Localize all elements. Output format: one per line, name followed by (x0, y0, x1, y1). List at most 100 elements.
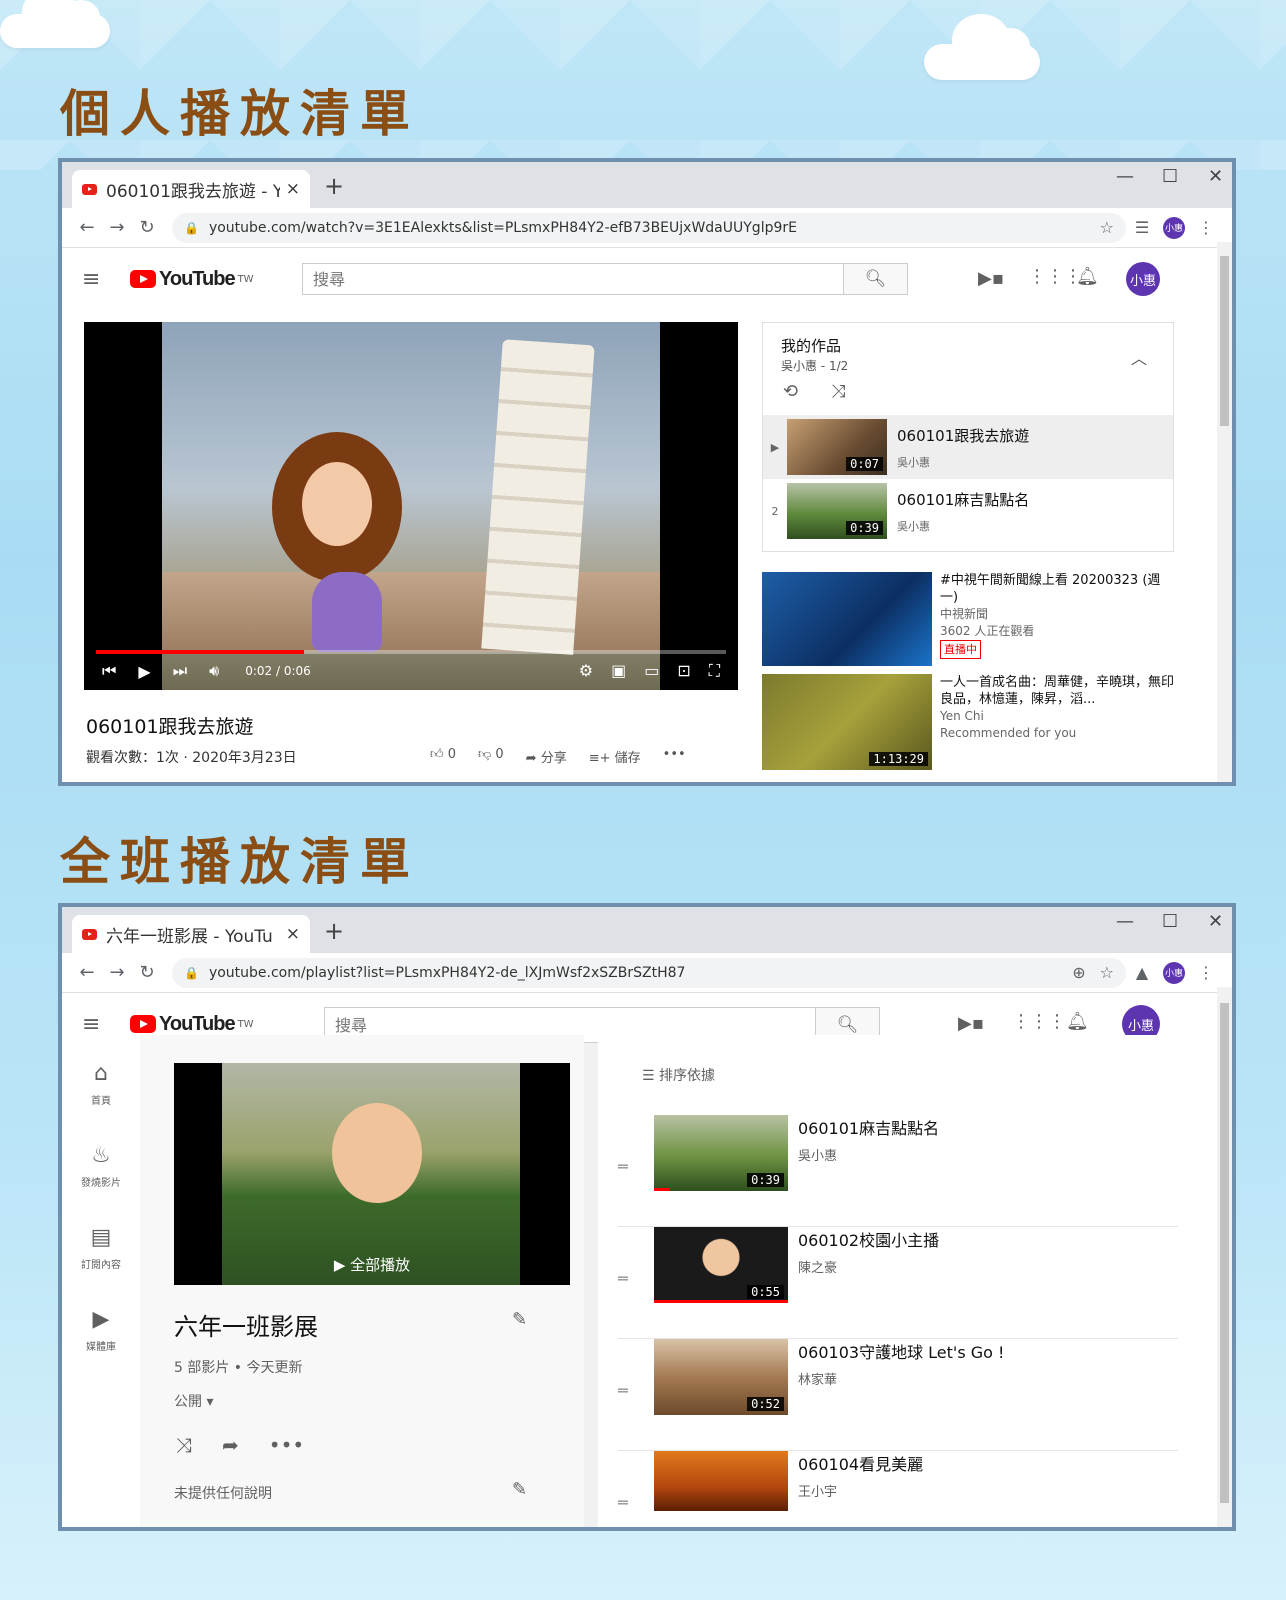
recommended-video[interactable]: #中視午間新聞線上看 20200323 (週一) 中視新聞 3602 人正在觀看… (762, 572, 1174, 666)
drive-extension-icon[interactable]: ▲ (1126, 963, 1158, 982)
playlist-video-row[interactable]: ═ 0:39 060101麻吉點點名 吳小惠 (618, 1115, 1178, 1227)
cloud-decoration (0, 0, 110, 48)
theater-mode-icon[interactable]: ▭ (644, 661, 659, 681)
youtube-play-logo-icon (130, 270, 156, 288)
playlist-item[interactable]: 2 0:39 060101麻吉點點名 吳小惠 (763, 479, 1173, 543)
forward-arrow-icon[interactable]: → (102, 217, 132, 238)
new-tab-button[interactable]: + (324, 172, 344, 200)
sort-button[interactable]: ☰ 排序依據 (642, 1065, 715, 1085)
maximize-icon[interactable]: ☐ (1162, 166, 1178, 187)
playlist-stats: 5 部影片 • 今天更新 (174, 1360, 303, 1376)
close-window-icon[interactable]: ✕ (1208, 911, 1223, 932)
bookmark-star-icon[interactable]: ☆ (1100, 218, 1114, 237)
profile-icon[interactable]: 小惠 (1158, 216, 1190, 239)
drag-handle-icon[interactable]: ═ (618, 1493, 628, 1512)
tab-strip: 六年一班影展 - YouTu × + — ☐ ✕ (62, 907, 1232, 953)
shuffle-icon[interactable]: ⤨ (176, 1433, 192, 1457)
hamburger-menu-icon[interactable]: ≡ (82, 267, 118, 292)
forward-arrow-icon[interactable]: → (102, 962, 132, 983)
page-scrollbar[interactable] (1217, 242, 1232, 782)
back-arrow-icon[interactable]: ← (72, 962, 102, 983)
scrollbar-thumb[interactable] (1220, 1003, 1229, 1503)
privacy-dropdown[interactable]: 公開 ▾ (174, 1391, 213, 1411)
nav-item-library[interactable]: ▶ 媒體庫 (62, 1307, 140, 1353)
edit-pencil-icon[interactable]: ✎ (512, 1479, 527, 1500)
drag-handle-icon[interactable]: ═ (618, 1157, 628, 1176)
bookmark-star-icon[interactable]: ☆ (1100, 963, 1114, 982)
youtube-logo[interactable]: YouTube TW (130, 1013, 254, 1036)
playlist-extension-icon[interactable]: ☰ (1126, 218, 1158, 237)
playlist-info-panel: ▶ 全部播放 六年一班影展 ✎ 5 部影片 • 今天更新 公開 ▾ ⤨ ➦ ••… (140, 1035, 584, 1527)
play-icon[interactable]: ▶ (138, 662, 150, 681)
create-video-icon[interactable]: ▶▪ (978, 268, 1004, 289)
playlist-hero-thumbnail[interactable]: ▶ 全部播放 (174, 1063, 570, 1285)
youtube-logo[interactable]: YouTube TW (130, 268, 254, 291)
new-tab-button[interactable]: + (324, 917, 344, 945)
video-progress-bar[interactable] (96, 650, 726, 654)
share-button[interactable]: ➦ 分享 (526, 747, 567, 766)
avatar[interactable]: 小惠 (1126, 262, 1160, 296)
save-button[interactable]: ≡+ 儲存 (589, 747, 641, 766)
tab-close-button[interactable]: × (286, 924, 300, 944)
nav-item-home[interactable]: ⌂ 首頁 (62, 1061, 140, 1107)
nav-item-subscriptions[interactable]: ▤ 訂閱內容 (62, 1225, 140, 1271)
profile-icon[interactable]: 小惠 (1158, 961, 1190, 984)
back-arrow-icon[interactable]: ← (72, 217, 102, 238)
settings-gear-icon[interactable]: ⚙ (579, 661, 593, 681)
next-icon[interactable]: ⏭ (173, 661, 187, 681)
tab-close-button[interactable]: × (286, 179, 300, 199)
cast-icon[interactable]: ⊡ (677, 661, 690, 681)
recommended-video[interactable]: 1:13:29 一人一首成名曲：周華健，辛曉琪，無印良品，林憶蓮，陳昇，滔...… (762, 674, 1174, 770)
recommended-title: 一人一首成名曲：周華健，辛曉琪，無印良品，林憶蓮，陳昇，滔... (940, 675, 1175, 707)
collapse-chevron-icon[interactable]: ︿ (1131, 345, 1147, 369)
playlist-video-row[interactable]: ═ 0:55 060102校園小主播 陳之豪 (618, 1227, 1178, 1339)
browser-tab[interactable]: 六年一班影展 - YouTu × (72, 915, 310, 953)
apps-grid-icon[interactable]: ⋮⋮⋮ (1012, 1011, 1066, 1032)
close-window-icon[interactable]: ✕ (1208, 166, 1223, 187)
reload-icon[interactable]: ↻ (132, 217, 162, 238)
minimize-icon[interactable]: — (1116, 166, 1134, 187)
nav-item-trending[interactable]: ♨ 發燒影片 (62, 1143, 140, 1189)
search-input[interactable] (303, 264, 843, 294)
hamburger-menu-icon[interactable]: ≡ (82, 1012, 118, 1037)
dislike-button[interactable]: 👎︎ 0 (478, 747, 504, 766)
zoom-icon[interactable]: ⊕ (1072, 963, 1085, 982)
boy-image (332, 1103, 422, 1203)
browser-tab[interactable]: 060101跟我去旅遊 - Yo × (72, 170, 310, 208)
url-field[interactable]: 🔒 youtube.com/playlist?list=PLsmxPH84Y2-… (172, 957, 1126, 988)
drag-handle-icon[interactable]: ═ (618, 1381, 628, 1400)
playlist-video-row[interactable]: ═ 060104看見美麗 王小宇 (618, 1451, 1178, 1527)
edit-pencil-icon[interactable]: ✎ (512, 1309, 527, 1330)
minimize-icon[interactable]: — (1116, 911, 1134, 932)
scrollbar-thumb[interactable] (1220, 256, 1229, 426)
playlist-item[interactable]: ▶ 0:07 060101跟我去旅遊 吳小惠 (763, 415, 1173, 479)
like-button[interactable]: 👍︎ 0 (430, 747, 456, 766)
browser-menu-icon[interactable]: ⋮ (1190, 218, 1222, 237)
notifications-bell-icon[interactable]: 🔔︎ (1076, 266, 1099, 287)
playlist-title[interactable]: 我的作品 (781, 335, 841, 356)
maximize-icon[interactable]: ☐ (1162, 911, 1178, 932)
page-scrollbar[interactable] (1217, 987, 1232, 1527)
loop-icon[interactable]: ⟲ (783, 381, 798, 402)
more-actions-icon[interactable]: ••• (269, 1433, 304, 1457)
url-field[interactable]: 🔒 youtube.com/watch?v=3E1EAlexkts&list=P… (172, 212, 1126, 243)
create-video-icon[interactable]: ▶▪ (958, 1013, 984, 1034)
search-icon[interactable]: 🔍︎ (843, 264, 907, 294)
video-player[interactable]: ⏮ ▶ ⏭ 🔊︎ 0:02 / 0:06 ⚙ ▣ ▭ ⊡ ⛶ (84, 322, 738, 690)
volume-icon[interactable]: 🔊︎ (209, 661, 219, 681)
play-all-button[interactable]: ▶ 全部播放 (174, 1254, 570, 1275)
drag-handle-icon[interactable]: ═ (618, 1269, 628, 1288)
panel-scrollbar[interactable] (584, 1043, 598, 1527)
url-text: youtube.com/watch?v=3E1EAlexkts&list=PLs… (208, 219, 797, 236)
miniplayer-icon[interactable]: ▣ (611, 661, 626, 681)
share-arrow-icon[interactable]: ➦ (222, 1433, 239, 1457)
more-actions-button[interactable]: ••• (663, 747, 686, 766)
apps-grid-icon[interactable]: ⋮⋮⋮ (1028, 266, 1082, 287)
previous-icon[interactable]: ⏮ (102, 661, 116, 681)
reload-icon[interactable]: ↻ (132, 962, 162, 983)
browser-menu-icon[interactable]: ⋮ (1190, 963, 1222, 982)
shuffle-icon[interactable]: ⤨ (831, 381, 845, 402)
notifications-bell-icon[interactable]: 🔔︎ (1066, 1011, 1089, 1032)
fullscreen-icon[interactable]: ⛶ (709, 661, 720, 681)
playlist-video-row[interactable]: ═ 0:52 060103守護地球 Let's Go ! 林家華 (618, 1339, 1178, 1451)
